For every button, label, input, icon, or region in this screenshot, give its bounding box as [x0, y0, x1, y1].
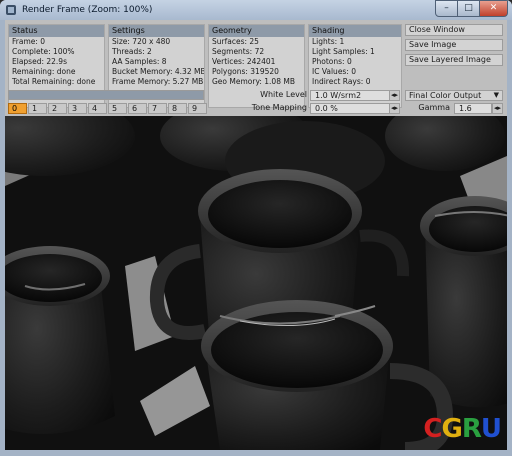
tone-mapping-field[interactable]: 0.0 % — [310, 103, 390, 114]
color-output-value: Final Color Output — [409, 91, 482, 100]
frame-button-1[interactable]: 1 — [28, 103, 47, 114]
render-viewport[interactable]: CGRU — [5, 116, 507, 450]
cgru-logo-letter-g: G — [441, 414, 463, 444]
frame-selector: 0123456789 — [8, 103, 208, 114]
frame-button-9[interactable]: 9 — [188, 103, 207, 114]
status-panel-title: Status — [9, 25, 104, 37]
settings-bucket-memory: Bucket Memory: 4.32 MB — [112, 66, 205, 76]
geometry-panel-title: Geometry — [209, 25, 304, 37]
white-level-label: White Level — [260, 90, 307, 99]
geometry-vertices: Vertices: 242401 — [212, 56, 276, 66]
chevron-down-icon: ▼ — [493, 91, 499, 99]
cgru-logo-letter-u: U — [480, 414, 502, 444]
geometry-surfaces: Surfaces: 25 — [212, 37, 259, 46]
status-total-remaining: Total Remaining: done — [12, 76, 96, 86]
shading-light-samples: Light Samples: 1 — [312, 46, 375, 56]
close-window-button[interactable]: Close Window — [405, 24, 503, 36]
cgru-logo-letter-r: R — [461, 414, 482, 444]
shading-panel-title: Shading — [309, 25, 401, 37]
title-bar[interactable]: Render Frame (Zoom: 100%) – □ ✕ — [0, 0, 512, 20]
frame-button-6[interactable]: 6 — [128, 103, 147, 114]
save-image-button[interactable]: Save Image — [405, 39, 503, 51]
render-progress-bar — [8, 90, 204, 100]
frame-button-4[interactable]: 4 — [88, 103, 107, 114]
shading-lights: Lights: 1 — [312, 37, 345, 46]
gamma-field[interactable]: 1.6 — [454, 103, 492, 114]
settings-size: Size: 720 x 480 — [112, 37, 171, 46]
settings-aa-samples: AA Samples: 8 — [112, 56, 167, 66]
frame-button-2[interactable]: 2 — [48, 103, 67, 114]
cgru-logo-letter-c: C — [423, 414, 442, 444]
rendered-image — [5, 116, 507, 450]
settings-threads: Threads: 2 — [112, 46, 152, 56]
save-layered-image-button[interactable]: Save Layered Image — [405, 54, 503, 66]
shading-ic-values: IC Values: 0 — [312, 66, 357, 76]
minimize-button[interactable]: – — [435, 0, 458, 17]
gamma-label: Gamma — [418, 103, 450, 112]
color-output-dropdown[interactable]: Final Color Output ▼ — [405, 90, 503, 101]
maximize-button[interactable]: □ — [457, 0, 480, 17]
geometry-geo-memory: Geo Memory: 1.08 MB — [212, 76, 295, 86]
settings-frame-memory: Frame Memory: 5.27 MB — [112, 76, 204, 86]
geometry-polygons: Polygons: 319520 — [212, 66, 279, 76]
window-title: Render Frame (Zoom: 100%) — [22, 5, 153, 15]
status-elapsed: Elapsed: 22.9s — [12, 56, 67, 66]
frame-button-7[interactable]: 7 — [148, 103, 167, 114]
render-frame-window: Render Frame (Zoom: 100%) – □ ✕ Status F… — [0, 0, 512, 456]
app-icon — [6, 5, 16, 15]
frame-button-3[interactable]: 3 — [68, 103, 87, 114]
white-level-spin-icon[interactable]: ◂▸ — [389, 90, 400, 101]
white-level-field[interactable]: 1.0 W/srm2 — [310, 90, 390, 101]
tone-mapping-spin-icon[interactable]: ◂▸ — [389, 103, 400, 114]
settings-panel-title: Settings — [109, 25, 204, 37]
frame-button-5[interactable]: 5 — [108, 103, 127, 114]
render-progress-fill — [9, 91, 203, 99]
geometry-segments: Segments: 72 — [212, 46, 265, 56]
frame-button-0[interactable]: 0 — [8, 103, 27, 114]
render-frame-client: Status Frame: 0 Complete: 100% Elapsed: … — [5, 20, 507, 450]
shading-indirect-rays: Indirect Rays: 0 — [312, 76, 371, 86]
shading-photons: Photons: 0 — [312, 56, 352, 66]
tone-mapping-label: Tone Mapping — [251, 103, 307, 112]
close-window-x-button[interactable]: ✕ — [479, 0, 508, 17]
frame-button-8[interactable]: 8 — [168, 103, 187, 114]
cgru-logo: CGRU — [423, 414, 502, 444]
status-frame: Frame: 0 — [12, 37, 46, 46]
status-complete: Complete: 100% — [12, 46, 75, 56]
status-remaining: Remaining: done — [12, 66, 76, 76]
gamma-spin-icon[interactable]: ◂▸ — [492, 103, 503, 114]
